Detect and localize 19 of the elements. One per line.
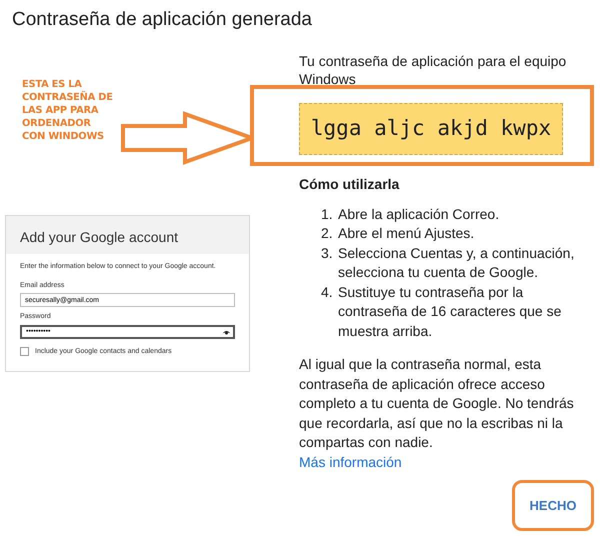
- dialog-title: Add your Google account: [6, 216, 249, 254]
- step-number: 3.: [321, 244, 334, 262]
- annotation-text: ESTA ES LA CONTRASEÑA DE LAS APP PARA ORDENADOR CON WINDOWS: [22, 78, 113, 143]
- done-button[interactable]: HECHO: [512, 480, 594, 531]
- step-text: Selecciona Cuentas y, a continuación, selecciona tu cuenta de Google.: [338, 244, 576, 282]
- section-heading: Tu contraseña de aplicación para el equipo Windows: [299, 52, 568, 88]
- step-text: Abre el menú Ajustes.: [338, 224, 474, 243]
- checkbox[interactable]: [20, 347, 29, 356]
- step-text: Sustituye tu contraseña por la contraseña de 16 caracteres que se muestra arriba.: [338, 282, 562, 340]
- more-info-link[interactable]: Más información: [299, 454, 402, 470]
- app-password: lgga aljc akjd kwpx: [299, 103, 563, 155]
- step-number: 4.: [321, 282, 334, 302]
- step-text: Abre la aplicación Correo.: [338, 204, 500, 224]
- note-text: Al igual que la contraseña normal, esta contraseña de aplicación ofrece acceso completo a tu cuenta de Google. No tendrás que recordarla, así que no la escribas ni la compartas con nadie.: [299, 355, 575, 452]
- page-title: Contraseña de aplicación generada: [11, 8, 313, 32]
- step-number: 1.: [321, 204, 334, 224]
- section-heading: Cómo utilizarla: [299, 175, 400, 194]
- step-number: 2.: [321, 224, 334, 243]
- eye-icon[interactable]: [223, 330, 230, 334]
